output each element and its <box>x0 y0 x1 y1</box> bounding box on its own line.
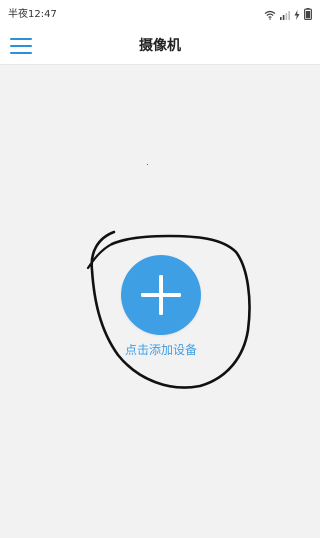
main-content: 点击添加设备 <box>0 65 320 538</box>
add-device-button[interactable] <box>121 255 201 335</box>
page-title: 摄像机 <box>139 38 181 54</box>
add-device-label[interactable]: 点击添加设备 <box>100 343 222 357</box>
status-bar: 半夜12:47 <box>0 0 320 28</box>
battery-icon <box>304 5 312 24</box>
charging-icon <box>294 5 300 24</box>
signal-icon <box>280 5 290 24</box>
speck <box>147 164 148 165</box>
status-icons <box>264 7 312 20</box>
plus-icon <box>141 275 181 315</box>
app-bar: 摄像机 <box>0 28 320 65</box>
app-screen: 半夜12:47 摄像机 点击添加设备 <box>0 0 320 538</box>
status-time: 半夜12:47 <box>8 9 57 20</box>
wifi-icon <box>264 5 276 24</box>
